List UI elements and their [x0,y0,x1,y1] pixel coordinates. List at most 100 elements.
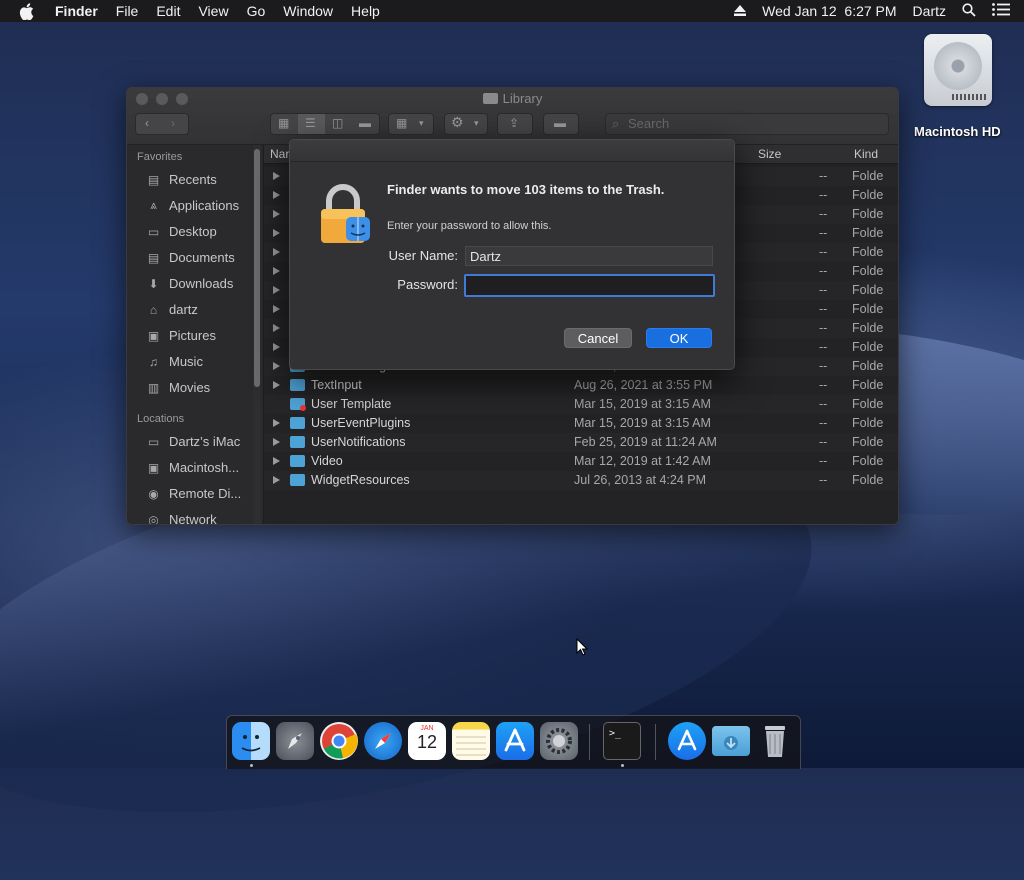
search-field[interactable]: ⌕ Search [605,113,889,135]
launchpad-icon[interactable] [276,722,314,760]
sidebar-item-desktop[interactable]: ▭ Desktop [145,224,217,239]
movies-icon: ▥ [147,380,160,395]
cancel-button[interactable]: Cancel [564,328,632,348]
ok-button[interactable]: OK [646,328,712,348]
window-title: Library [127,91,898,106]
menu-go[interactable]: Go [247,3,266,19]
dialog-titlebar [290,140,734,162]
table-row[interactable]: TextInput Aug 26, 2021 at 3:55 PM -- Folde [264,376,898,395]
terminal-icon[interactable]: >_ [603,722,641,760]
table-row[interactable]: UserEventPlugins Mar 15, 2019 at 3:15 AM -… [264,414,898,433]
menu-file[interactable]: File [116,3,139,19]
hard-drive-icon [924,34,992,106]
eject-icon[interactable] [734,3,747,19]
sidebar-item-macintosh-hd[interactable]: ▣ Macintosh... [145,460,239,475]
folder-icon [290,417,305,429]
menu-user[interactable]: Dartz [913,3,946,19]
calendar-icon[interactable]: JAN 12 [408,722,446,760]
column-header-kind[interactable]: Kind [854,147,878,161]
tags-button[interactable]: ▬ [543,113,579,135]
share-icon: ⇪ [509,116,520,130]
running-indicator [621,764,624,767]
sidebar-header-favorites: Favorites [137,151,183,163]
back-icon[interactable]: ‹ [145,116,149,130]
trash-icon[interactable] [756,722,794,760]
folder-icon [290,474,305,486]
view-mode-buttons[interactable]: ▦ ☰ ◫ ▬ [270,113,380,135]
menu-help[interactable]: Help [351,3,380,19]
sidebar-item-pictures[interactable]: ▣ Pictures [145,328,216,343]
menu-edit[interactable]: Edit [156,3,180,19]
notification-center-icon[interactable] [992,3,1010,19]
sidebar-header-locations: Locations [137,413,185,425]
sidebar-item-remote-disc[interactable]: ◉ Remote Di... [145,486,241,501]
menu-window[interactable]: Window [283,3,333,19]
app-store-icon[interactable] [496,722,534,760]
downloads-folder-icon[interactable] [712,726,750,756]
column-header-name[interactable]: Nar [270,147,289,161]
sidebar-item-recents[interactable]: ▤ Recents [145,172,217,187]
lock-icon [318,184,373,246]
sidebar-item-imac[interactable]: ▭ Dartz’s iMac [145,434,240,449]
folder-icon [290,379,305,391]
search-icon: ⌕ [612,116,620,131]
imac-icon: ▭ [147,434,160,449]
sidebar-scrollbar[interactable] [253,145,261,524]
icon-view-icon[interactable]: ▦ [278,116,289,130]
gear-icon: ⚙ [451,114,464,130]
sidebar-item-home[interactable]: ⌂ dartz [145,302,198,317]
password-field[interactable] [464,274,715,297]
menu-clock[interactable]: Wed Jan 12 6:27 PM [762,3,896,19]
disclosure-triangle[interactable] [273,381,280,389]
apple-menu-icon[interactable] [19,0,39,22]
folder-icon [290,436,305,448]
table-row[interactable]: UserNotifications Feb 25, 2019 at 11:24 A… [264,433,898,452]
username-field[interactable]: Dartz [465,246,713,266]
username-label: User Name: [388,248,458,263]
column-header-size[interactable]: Size [758,147,781,161]
sidebar-item-applications[interactable]: ⩓ Applications [145,198,239,213]
gallery-view-icon[interactable]: ▬ [359,116,371,130]
calendar-day: 12 [416,732,438,752]
table-row[interactable]: User Template Mar 15, 2019 at 3:15 AM -- Fo… [264,395,898,414]
list-view-icon[interactable]: ☰ [305,116,316,130]
dialog-subtext: Enter your password to allow this. [387,220,552,232]
forward-icon[interactable]: › [171,116,175,130]
applications-folder-icon[interactable] [668,722,706,760]
menu-finder[interactable]: Finder [55,3,98,19]
share-button[interactable]: ⇪ [497,113,533,135]
group-by-button[interactable]: ▦ ▾ [388,113,434,135]
action-button[interactable]: ⚙ ▾ [444,113,488,135]
drive-label: Macintosh HD [914,124,1001,139]
music-icon: ♫ [149,354,158,369]
disclosure-triangle[interactable] [273,457,280,465]
disclosure-triangle[interactable] [273,419,280,427]
desktop-drive[interactable]: Macintosh HD [914,34,1001,139]
notes-icon[interactable] [452,722,490,760]
table-row[interactable]: WidgetResources Jul 26, 2013 at 4:24 PM --… [264,471,898,490]
documents-icon: ▤ [147,250,160,265]
disclosure-triangle[interactable] [273,476,280,484]
authentication-dialog: Finder wants to move 103 items to the Tr… [289,139,735,370]
column-view-icon[interactable]: ◫ [332,116,343,130]
menu-view[interactable]: View [198,3,228,19]
sidebar-item-downloads[interactable]: ⬇ Downloads [145,276,233,291]
mouse-cursor-icon [576,637,589,656]
sidebar-item-movies[interactable]: ▥ Movies [145,380,210,395]
disclosure-triangle[interactable] [273,362,280,370]
window-toolbar: Library ‹ › ▦ ☰ ◫ ▬ ▦ ▾ ⚙ ▾ ⇪ ▬ ⌕ Search [127,88,898,145]
restricted-badge-icon [300,405,306,411]
finder-icon[interactable] [232,722,270,760]
sidebar-item-network[interactable]: ◎ Network [145,512,216,525]
chevron-down-icon: ▾ [419,118,424,128]
safari-icon[interactable] [364,722,402,760]
table-row[interactable]: Video Mar 12, 2019 at 1:42 AM -- Folde [264,452,898,471]
sidebar-item-documents[interactable]: ▤ Documents [145,250,235,265]
network-icon: ◎ [148,512,159,525]
disclosure-triangle[interactable] [273,438,280,446]
sidebar-item-music[interactable]: ♫ Music [145,354,203,369]
system-preferences-icon[interactable] [540,722,578,760]
chrome-icon[interactable] [320,722,358,760]
spotlight-icon[interactable] [962,2,976,20]
back-forward-buttons[interactable]: ‹ › [135,113,189,135]
